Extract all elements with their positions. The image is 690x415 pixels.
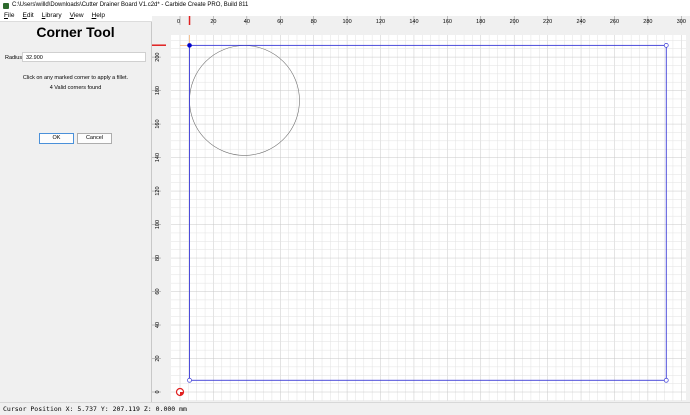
design-canvas[interactable]: 0 20 40 60 80 100 120 140 160 180 200 220 240 260 280 3… <box>152 16 690 402</box>
x-ruler-label: 180 <box>476 19 485 25</box>
x-ruler-label: 120 <box>376 19 385 25</box>
cursor-position: Cursor Position X: 5.737 Y: 207.119 Z: 0… <box>3 405 187 413</box>
x-ruler-label: 80 <box>311 19 317 25</box>
x-ruler-label: 20 <box>210 19 216 25</box>
window-title: C:\Users\willd\Downloads\Cutter Drainer … <box>12 2 249 8</box>
corner-marker[interactable] <box>663 377 669 383</box>
y-ruler-label: 40 <box>155 322 161 328</box>
menu-edit[interactable]: Edit <box>19 11 38 21</box>
title-bar: C:\Users\willd\Downloads\Cutter Drainer … <box>0 0 690 11</box>
x-ruler-label: 160 <box>443 19 452 25</box>
y-ruler-label: 60 <box>155 288 161 294</box>
workspace <box>171 35 686 401</box>
radius-label: Radius <box>5 55 23 61</box>
corner-marker[interactable] <box>663 43 669 48</box>
menu-view[interactable]: View <box>66 11 88 21</box>
status-bar: Cursor Position X: 5.737 Y: 207.119 Z: 0… <box>0 402 690 414</box>
y-ruler-label: 200 <box>155 53 161 62</box>
x-ruler-label: 40 <box>244 19 250 25</box>
x-ruler-label: 200 <box>510 19 519 25</box>
x-ruler-label: 300 <box>677 19 686 25</box>
radius-input[interactable]: 32.900 <box>22 52 146 62</box>
x-ruler-label: 60 <box>277 19 283 25</box>
app-icon <box>3 2 9 9</box>
menu-file[interactable]: File <box>0 11 19 21</box>
cancel-button[interactable]: Cancel <box>77 133 112 144</box>
y-ruler-label: 100 <box>155 220 161 229</box>
y-ruler-label: 180 <box>155 86 161 95</box>
panel-title: Corner Tool <box>36 24 115 40</box>
x-ruler-label: 220 <box>543 19 552 25</box>
y-ruler-label: 80 <box>155 255 161 261</box>
y-ruler-label: 140 <box>155 153 161 162</box>
x-ruler-label: 0 <box>177 19 180 25</box>
instruction-text: Click on any marked corner to apply a fi… <box>22 75 129 81</box>
y-ruler-label: 0 <box>155 390 161 393</box>
x-ruler-label: 280 <box>643 19 652 25</box>
x-ruler-label: 240 <box>576 19 585 25</box>
x-ruler-label: 260 <box>610 19 619 25</box>
left-ruler <box>152 16 161 402</box>
y-ruler-label: 20 <box>155 355 161 361</box>
menu-help[interactable]: Help <box>88 11 109 21</box>
x-ruler-label: 140 <box>409 19 418 25</box>
ok-button[interactable]: OK <box>39 133 74 144</box>
corner-marker[interactable] <box>187 377 192 383</box>
canvas-svg[interactable]: 0 20 40 60 80 100 120 140 160 180 200 220 240 260 280 3… <box>152 16 690 402</box>
x-ruler-label: 100 <box>343 19 352 25</box>
corners-found-text: 4 Valid corners found <box>49 85 102 91</box>
y-ruler-label: 120 <box>155 186 161 195</box>
selected-corner-marker[interactable] <box>187 43 192 48</box>
corner-tool-panel: Corner Tool Radius 32.900 Click on any m… <box>0 22 152 402</box>
menu-library[interactable]: Library <box>38 11 66 21</box>
y-ruler-label: 160 <box>155 119 161 128</box>
